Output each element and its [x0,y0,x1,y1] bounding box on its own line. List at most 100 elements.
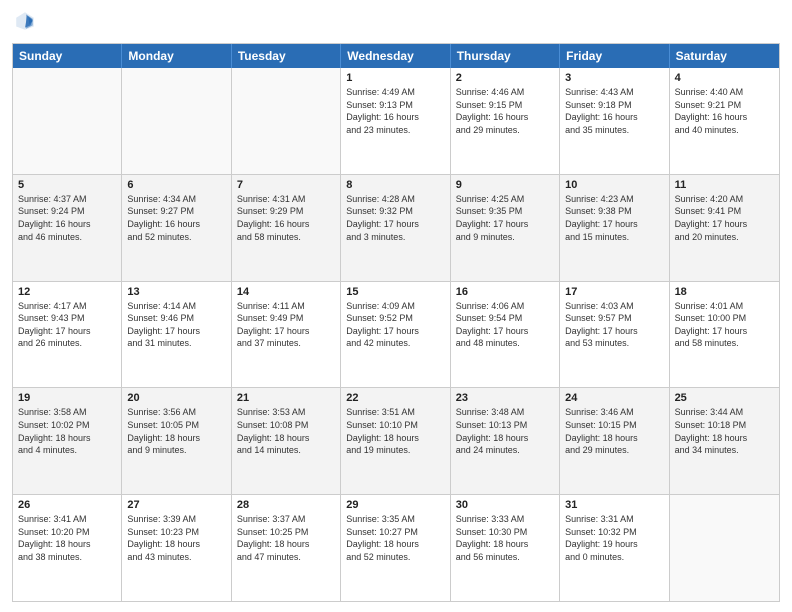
calendar-day-11: 11 Sunrise: 4:20 AM Sunset: 9:41 PM Dayli… [670,175,779,281]
day-number: 8 [346,179,444,191]
calendar-day-empty [232,68,341,174]
day-info: Sunrise: 4:25 AM Sunset: 9:35 PM Dayligh… [456,193,554,243]
day-info: Sunrise: 4:06 AM Sunset: 9:54 PM Dayligh… [456,300,554,350]
day-number: 5 [18,179,116,191]
day-info: Sunrise: 3:39 AM Sunset: 10:23 PM Daylig… [127,513,225,563]
calendar-day-31: 31Sunrise: 3:31 AM Sunset: 10:32 PM Dayl… [560,495,669,601]
logo [12,10,38,37]
calendar-day-3: 3 Sunrise: 4:43 AM Sunset: 9:18 PM Daylig… [560,68,669,174]
day-number: 14 [237,286,335,298]
day-info: Sunrise: 3:53 AM Sunset: 10:08 PM Daylig… [237,406,335,456]
day-info: Sunrise: 4:11 AM Sunset: 9:49 PM Dayligh… [237,300,335,350]
day-number: 17 [565,286,663,298]
calendar-day-14: 14 Sunrise: 4:11 AM Sunset: 9:49 PM Dayli… [232,282,341,388]
calendar-day-1: 1 Sunrise: 4:49 AM Sunset: 9:13 PM Daylig… [341,68,450,174]
calendar-week-2: 5 Sunrise: 4:37 AM Sunset: 9:24 PM Daylig… [13,174,779,281]
calendar-day-20: 20Sunrise: 3:56 AM Sunset: 10:05 PM Dayl… [122,388,231,494]
calendar-day-26: 26 Sunrise: 3:41 AM Sunset: 10:20 PM Dayl… [13,495,122,601]
day-number: 27 [127,499,225,511]
day-number: 1 [346,72,444,84]
day-number: 2 [456,72,554,84]
calendar-week-5: 26 Sunrise: 3:41 AM Sunset: 10:20 PM Dayl… [13,494,779,601]
calendar-day-empty [670,495,779,601]
calendar-day-18: 18 Sunrise: 4:01 AM Sunset: 10:00 PM Dayl… [670,282,779,388]
page: SundayMondayTuesdayWednesdayThursdayFrid… [0,0,792,612]
header [12,10,780,37]
calendar-day-6: 6 Sunrise: 4:34 AM Sunset: 9:27 PM Daylig… [122,175,231,281]
day-info: Sunrise: 4:23 AM Sunset: 9:38 PM Dayligh… [565,193,663,243]
day-number: 13 [127,286,225,298]
day-info: Sunrise: 3:51 AM Sunset: 10:10 PM Daylig… [346,406,444,456]
day-info: Sunrise: 4:40 AM Sunset: 9:21 PM Dayligh… [675,86,774,136]
day-of-week-thursday: Thursday [451,44,560,68]
day-info: Sunrise: 4:34 AM Sunset: 9:27 PM Dayligh… [127,193,225,243]
calendar-day-empty [122,68,231,174]
calendar-week-3: 12 Sunrise: 4:17 AM Sunset: 9:43 PM Dayli… [13,281,779,388]
calendar-day-10: 10 Sunrise: 4:23 AM Sunset: 9:38 PM Dayli… [560,175,669,281]
day-number: 11 [675,179,774,191]
day-info: Sunrise: 4:03 AM Sunset: 9:57 PM Dayligh… [565,300,663,350]
day-number: 3 [565,72,663,84]
day-of-week-wednesday: Wednesday [341,44,450,68]
day-info: Sunrise: 4:46 AM Sunset: 9:15 PM Dayligh… [456,86,554,136]
calendar: SundayMondayTuesdayWednesdayThursdayFrid… [12,43,780,602]
day-info: Sunrise: 4:09 AM Sunset: 9:52 PM Dayligh… [346,300,444,350]
day-info: Sunrise: 4:31 AM Sunset: 9:29 PM Dayligh… [237,193,335,243]
calendar-day-4: 4 Sunrise: 4:40 AM Sunset: 9:21 PM Daylig… [670,68,779,174]
day-info: Sunrise: 4:14 AM Sunset: 9:46 PM Dayligh… [127,300,225,350]
day-number: 24 [565,392,663,404]
day-info: Sunrise: 3:37 AM Sunset: 10:25 PM Daylig… [237,513,335,563]
day-info: Sunrise: 3:35 AM Sunset: 10:27 PM Daylig… [346,513,444,563]
day-info: Sunrise: 4:49 AM Sunset: 9:13 PM Dayligh… [346,86,444,136]
day-of-week-monday: Monday [122,44,231,68]
day-info: Sunrise: 4:43 AM Sunset: 9:18 PM Dayligh… [565,86,663,136]
day-number: 23 [456,392,554,404]
calendar-day-empty [13,68,122,174]
day-info: Sunrise: 4:01 AM Sunset: 10:00 PM Daylig… [675,300,774,350]
day-number: 7 [237,179,335,191]
day-number: 22 [346,392,444,404]
day-number: 26 [18,499,116,511]
day-of-week-friday: Friday [560,44,669,68]
logo-icon [14,10,36,32]
calendar-day-5: 5 Sunrise: 4:37 AM Sunset: 9:24 PM Daylig… [13,175,122,281]
calendar-day-30: 30Sunrise: 3:33 AM Sunset: 10:30 PM Dayl… [451,495,560,601]
calendar-day-13: 13 Sunrise: 4:14 AM Sunset: 9:46 PM Dayli… [122,282,231,388]
day-of-week-sunday: Sunday [13,44,122,68]
calendar-day-25: 25Sunrise: 3:44 AM Sunset: 10:18 PM Dayl… [670,388,779,494]
calendar-body: 1 Sunrise: 4:49 AM Sunset: 9:13 PM Daylig… [13,68,779,601]
calendar-day-19: 19 Sunrise: 3:58 AM Sunset: 10:02 PM Dayl… [13,388,122,494]
day-number: 21 [237,392,335,404]
calendar-day-16: 16 Sunrise: 4:06 AM Sunset: 9:54 PM Dayli… [451,282,560,388]
calendar-day-28: 28Sunrise: 3:37 AM Sunset: 10:25 PM Dayl… [232,495,341,601]
calendar-day-12: 12 Sunrise: 4:17 AM Sunset: 9:43 PM Dayli… [13,282,122,388]
day-number: 10 [565,179,663,191]
calendar-header: SundayMondayTuesdayWednesdayThursdayFrid… [13,44,779,68]
day-info: Sunrise: 3:41 AM Sunset: 10:20 PM Daylig… [18,513,116,563]
day-info: Sunrise: 4:28 AM Sunset: 9:32 PM Dayligh… [346,193,444,243]
calendar-day-22: 22 Sunrise: 3:51 AM Sunset: 10:10 PM Dayl… [341,388,450,494]
day-info: Sunrise: 3:46 AM Sunset: 10:15 PM Daylig… [565,406,663,456]
day-info: Sunrise: 4:37 AM Sunset: 9:24 PM Dayligh… [18,193,116,243]
day-info: Sunrise: 3:58 AM Sunset: 10:02 PM Daylig… [18,406,116,456]
day-info: Sunrise: 3:44 AM Sunset: 10:18 PM Daylig… [675,406,774,456]
day-number: 9 [456,179,554,191]
calendar-day-27: 27 Sunrise: 3:39 AM Sunset: 10:23 PM Dayl… [122,495,231,601]
day-of-week-tuesday: Tuesday [232,44,341,68]
calendar-day-21: 21 Sunrise: 3:53 AM Sunset: 10:08 PM Dayl… [232,388,341,494]
calendar-day-15: 15 Sunrise: 4:09 AM Sunset: 9:52 PM Dayli… [341,282,450,388]
calendar-day-9: 9 Sunrise: 4:25 AM Sunset: 9:35 PM Daylig… [451,175,560,281]
calendar-day-29: 29Sunrise: 3:35 AM Sunset: 10:27 PM Dayl… [341,495,450,601]
day-number: 15 [346,286,444,298]
day-number: 6 [127,179,225,191]
day-info: Sunrise: 4:20 AM Sunset: 9:41 PM Dayligh… [675,193,774,243]
day-of-week-saturday: Saturday [670,44,779,68]
day-number: 18 [675,286,774,298]
calendar-day-7: 7 Sunrise: 4:31 AM Sunset: 9:29 PM Daylig… [232,175,341,281]
day-info: Sunrise: 4:17 AM Sunset: 9:43 PM Dayligh… [18,300,116,350]
day-number: 12 [18,286,116,298]
day-number: 16 [456,286,554,298]
day-number: 4 [675,72,774,84]
day-info: Sunrise: 3:33 AM Sunset: 10:30 PM Daylig… [456,513,554,563]
day-number: 19 [18,392,116,404]
